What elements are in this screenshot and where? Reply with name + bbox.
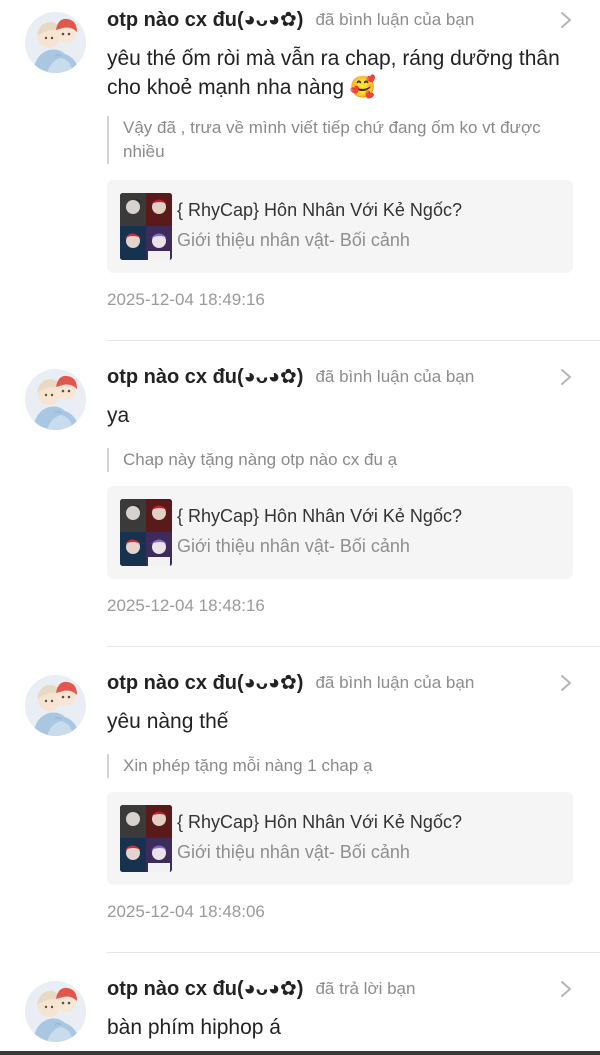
quoted-comment: Vậy đã , trưa về mình viết tiếp chứ đang…	[107, 116, 578, 164]
avatar[interactable]	[25, 369, 86, 430]
story-title: { RhyCap} Hôn Nhân Với Kẻ Ngốc?	[177, 506, 462, 526]
action-text: đã bình luận của bạn	[315, 9, 475, 29]
username[interactable]: otp nào cx đu(◕ᴗ◕✿)	[107, 9, 303, 31]
username[interactable]: otp nào cx đu(◕ᴗ◕✿)	[107, 672, 303, 694]
chevron-right-icon[interactable]	[560, 980, 572, 998]
comment-text: yêu thé ốm ròi mà vẫn ra chap, ráng dưỡn…	[107, 47, 560, 99]
story-title: { RhyCap} Hôn Nhân Với Kẻ Ngốc?	[177, 812, 462, 832]
notification-header: otp nào cx đu(◕ᴗ◕✿) đã trả lời bạn	[107, 976, 572, 1004]
notification-item[interactable]: otp nào cx đu(◕ᴗ◕✿) đã bình luận của bạn …	[0, 0, 600, 341]
divider	[107, 340, 600, 341]
chapter-title: Giới thiệu nhân vật- Bối cảnh	[177, 230, 410, 250]
chevron-right-icon[interactable]	[560, 674, 572, 692]
avatar[interactable]	[25, 981, 86, 1042]
story-card[interactable]: { RhyCap} Hôn Nhân Với Kẻ Ngốc? Giới thi…	[107, 180, 573, 273]
chapter-title: Giới thiệu nhân vật- Bối cảnh	[177, 536, 410, 556]
divider	[107, 952, 600, 953]
action-text: đã trả lời bạn	[315, 978, 416, 998]
bottom-edge-bar	[0, 1051, 600, 1055]
username[interactable]: otp nào cx đu(◕ᴗ◕✿)	[107, 978, 303, 1000]
quoted-comment: Chap này tặng nàng otp nào cx đu ạ	[107, 448, 578, 472]
story-card[interactable]: { RhyCap} Hôn Nhân Với Kẻ Ngốc? Giới thi…	[107, 792, 573, 885]
story-card[interactable]: { RhyCap} Hôn Nhân Với Kẻ Ngốc? Giới thi…	[107, 486, 573, 579]
story-cover-image	[120, 499, 172, 566]
divider	[107, 646, 600, 647]
comment-text: bàn phím hiphop á	[107, 1016, 281, 1039]
notification-header: otp nào cx đu(◕ᴗ◕✿) đã bình luận của bạn	[107, 670, 572, 698]
notification-header: otp nào cx đu(◕ᴗ◕✿) đã bình luận của bạn	[107, 364, 572, 392]
chevron-right-icon[interactable]	[560, 368, 572, 386]
story-cover-image	[120, 805, 172, 872]
timestamp: 2025-12-04 18:49:16	[107, 290, 265, 309]
story-title: { RhyCap} Hôn Nhân Với Kẻ Ngốc?	[177, 200, 462, 220]
username[interactable]: otp nào cx đu(◕ᴗ◕✿)	[107, 366, 303, 388]
quoted-comment: Xin phép tặng mỗi nàng 1 chap ạ	[107, 754, 578, 778]
action-text: đã bình luận của bạn	[315, 672, 475, 692]
avatar[interactable]	[25, 12, 86, 73]
notification-item[interactable]: otp nào cx đu(◕ᴗ◕✿) đã bình luận của bạn …	[0, 663, 600, 969]
timestamp: 2025-12-04 18:48:06	[107, 902, 265, 921]
comment-text: ya	[107, 404, 130, 427]
chapter-title: Giới thiệu nhân vật- Bối cảnh	[177, 842, 410, 862]
avatar[interactable]	[25, 675, 86, 736]
story-cover-image	[120, 193, 172, 260]
notification-item[interactable]: otp nào cx đu(◕ᴗ◕✿) đã trả lời bạn bàn ph…	[0, 969, 600, 1051]
timestamp: 2025-12-04 18:48:16	[107, 596, 265, 615]
notification-header: otp nào cx đu(◕ᴗ◕✿) đã bình luận của bạn	[107, 7, 572, 35]
comment-text: yêu nàng thế	[107, 710, 229, 733]
notification-item[interactable]: otp nào cx đu(◕ᴗ◕✿) đã bình luận của bạn …	[0, 357, 600, 663]
chevron-right-icon[interactable]	[560, 11, 572, 29]
action-text: đã bình luận của bạn	[315, 366, 475, 386]
